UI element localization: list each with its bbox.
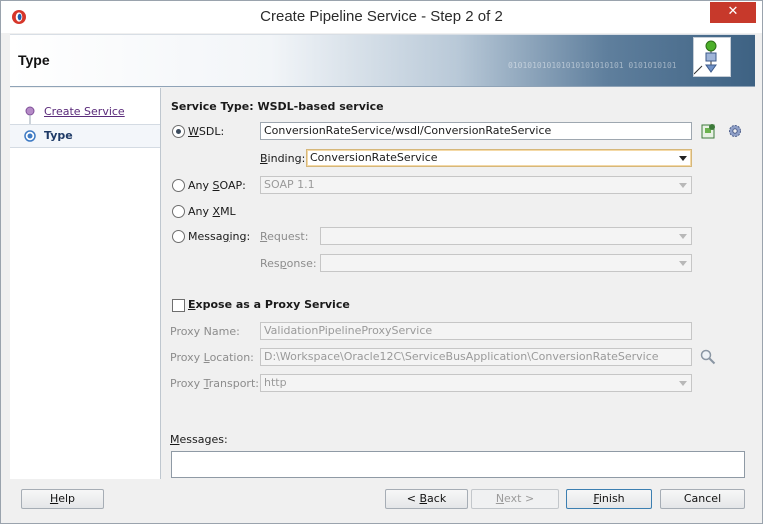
messages-box[interactable] [171,451,745,478]
chevron-down-icon [679,183,687,188]
nav-item-type[interactable]: Type [10,124,160,148]
chevron-down-icon [679,234,687,239]
title-bar: Create Pipeline Service - Step 2 of 2 ✕ [1,1,762,33]
wsdl-radio[interactable] [172,125,185,138]
wsdl-label: WSDL: [188,125,225,138]
window-title: Create Pipeline Service - Step 2 of 2 [260,8,503,25]
type-form: Service Type: WSDL-based service WSDL: C… [161,88,755,479]
chevron-down-icon [679,261,687,266]
gear-icon[interactable] [727,123,743,139]
binding-select[interactable]: ConversionRateService [306,149,692,167]
pipeline-service-icon [693,37,731,77]
page-title: Type [18,52,50,68]
browse-wsdl-icon[interactable] [700,122,718,140]
help-button[interactable]: Help [21,489,104,509]
request-label: Request: [260,230,309,243]
proxy-name-input[interactable]: ValidationPipelineProxyService [260,322,692,340]
current-step-icon [24,130,36,142]
proxy-location-label: Proxy Location: [170,351,254,364]
close-icon: ✕ [727,4,739,19]
header-banner: Type 010101010101010101010101 0101010101 [10,34,755,87]
messages-label: Messages: [170,433,228,446]
binding-selected-value: ConversionRateService [310,151,438,164]
messaging-radio[interactable] [172,230,185,243]
any-xml-label: Any XML [188,205,236,218]
expose-proxy-checkbox[interactable] [172,299,185,312]
proxy-transport-select[interactable]: http [260,374,692,392]
wizard-step-nav: Create Service Type [10,88,161,479]
chevron-down-icon [679,156,687,161]
any-xml-radio[interactable] [172,205,185,218]
finish-button[interactable]: Finish [566,489,652,509]
nav-item-label: Type [44,129,73,142]
messaging-label: Messaging: [188,230,251,243]
proxy-transport-label: Proxy Transport: [170,377,259,390]
soap-version-value: SOAP 1.1 [264,178,315,191]
next-button[interactable]: Next > [471,489,559,509]
request-select[interactable] [320,227,692,245]
back-button[interactable]: < Back [385,489,468,509]
response-label: Response: [260,257,317,270]
magnifier-icon[interactable] [699,348,717,366]
chevron-down-icon [679,381,687,386]
banner-binary-decoration: 010101010101010101010101 0101010101 [508,61,677,70]
nav-item-create-service[interactable]: Create Service [10,101,160,123]
service-type-heading: Service Type: WSDL-based service [171,100,384,113]
nav-item-label: Create Service [44,105,125,118]
proxy-transport-value: http [264,376,287,389]
proxy-name-label: Proxy Name: [170,325,240,338]
proxy-location-input[interactable]: D:\Workspace\Oracle12C\ServiceBusApplica… [260,348,692,366]
wsdl-input[interactable]: ConversionRateService/wsdl/ConversionRat… [260,122,692,140]
response-select[interactable] [320,254,692,272]
expose-proxy-label: Expose as a Proxy Service [188,298,350,311]
cancel-button[interactable]: Cancel [660,489,745,509]
binding-label: Binding: [260,152,306,165]
any-soap-radio[interactable] [172,179,185,192]
visited-step-icon [25,106,35,119]
close-button[interactable]: ✕ [710,2,756,23]
dialog-window: Create Pipeline Service - Step 2 of 2 ✕ … [0,0,763,524]
soap-version-select[interactable]: SOAP 1.1 [260,176,692,194]
any-soap-label: Any SOAP: [188,179,246,192]
